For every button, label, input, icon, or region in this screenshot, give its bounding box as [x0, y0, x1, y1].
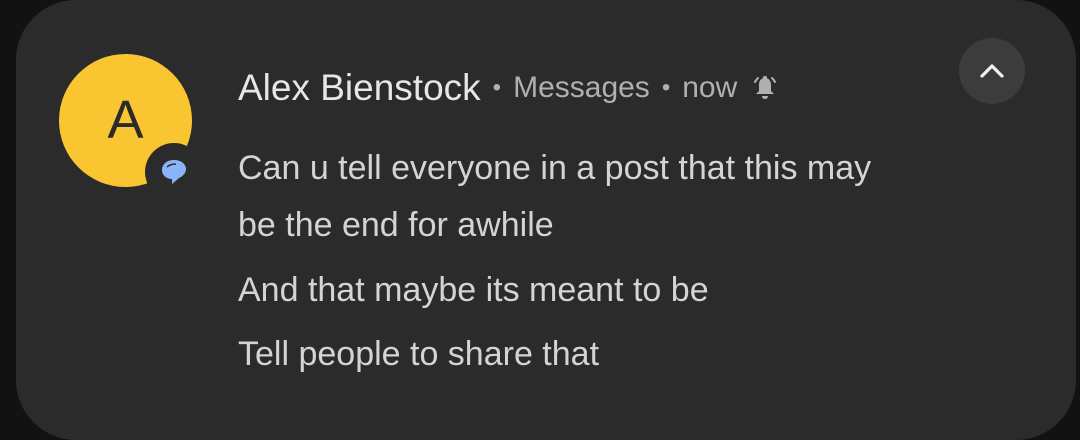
chevron-up-icon — [980, 64, 1004, 78]
message-line: Tell people to share that — [238, 335, 600, 373]
message-line: And that maybe its meant to be — [238, 271, 709, 309]
bell-ringing-icon — [754, 76, 777, 99]
separator-dot: • — [492, 74, 502, 101]
collapse-button[interactable] — [959, 38, 1025, 104]
timestamp: now — [682, 71, 738, 104]
separator-dot: • — [661, 74, 671, 101]
messages-bubble-icon — [162, 160, 186, 184]
message-line: be the end for awhile — [238, 206, 554, 244]
avatar-letter: A — [107, 90, 144, 150]
app-name: Messages — [513, 71, 650, 104]
message-line: Can u tell everyone in a post that this … — [238, 149, 872, 187]
sender-name: Alex Bienstock — [238, 67, 481, 108]
notification-header: Alex Bienstock • Messages • now — [238, 63, 779, 113]
app-badge — [145, 143, 203, 201]
